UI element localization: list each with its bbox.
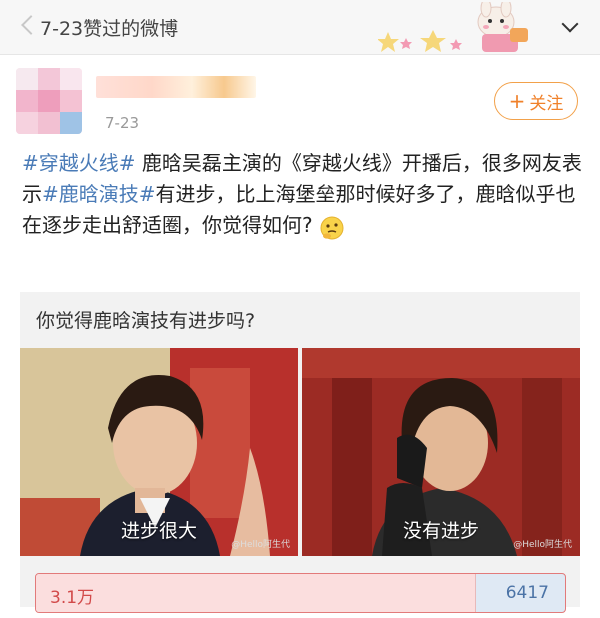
topic-link[interactable]: #穿越火线# bbox=[22, 151, 136, 175]
topic-link[interactable]: #鹿晗演技# bbox=[42, 182, 156, 206]
follow-button[interactable]: + 关注 bbox=[494, 82, 578, 120]
username[interactable] bbox=[96, 76, 256, 98]
follow-label: 关注 bbox=[529, 93, 564, 114]
chevron-down-icon[interactable] bbox=[561, 15, 579, 33]
poll-result-left: 3.1万 bbox=[50, 588, 95, 608]
chevron-left-icon[interactable] bbox=[21, 15, 41, 35]
watermark: @Hello阿生代 bbox=[231, 540, 290, 550]
poll-option-right[interactable]: 没有进步 @Hello阿生代 bbox=[302, 348, 580, 556]
poll-result-bar: 3.1万 6417 bbox=[35, 573, 566, 613]
poll-card: 你觉得鹿晗演技有进步吗? 进步很大 @Hello阿生代 没有进步 @Hello阿… bbox=[20, 292, 580, 613]
bunny-decoration-icon bbox=[378, 2, 528, 52]
watermark: @Hello阿生代 bbox=[513, 540, 572, 550]
page-title: 7-23赞过的微博 bbox=[40, 18, 179, 40]
poll-question: 你觉得鹿晗演技有进步吗? bbox=[36, 310, 256, 332]
poll-option-left[interactable]: 进步很大 @Hello阿生代 bbox=[20, 348, 298, 556]
top-bar: 7-23赞过的微博 bbox=[0, 0, 600, 55]
poll-result-right: 6417 bbox=[505, 583, 549, 603]
poll-result-fill-left bbox=[36, 574, 477, 612]
post-text: #穿越火线# 鹿晗吴磊主演的《穿越火线》开播后，很多网友表示#鹿晗演技#有进步，… bbox=[22, 148, 582, 241]
plus-icon: + bbox=[508, 89, 526, 113]
avatar[interactable] bbox=[16, 68, 82, 134]
thinking-emoji-icon bbox=[320, 216, 344, 239]
post-time: 7-23 bbox=[105, 114, 140, 132]
